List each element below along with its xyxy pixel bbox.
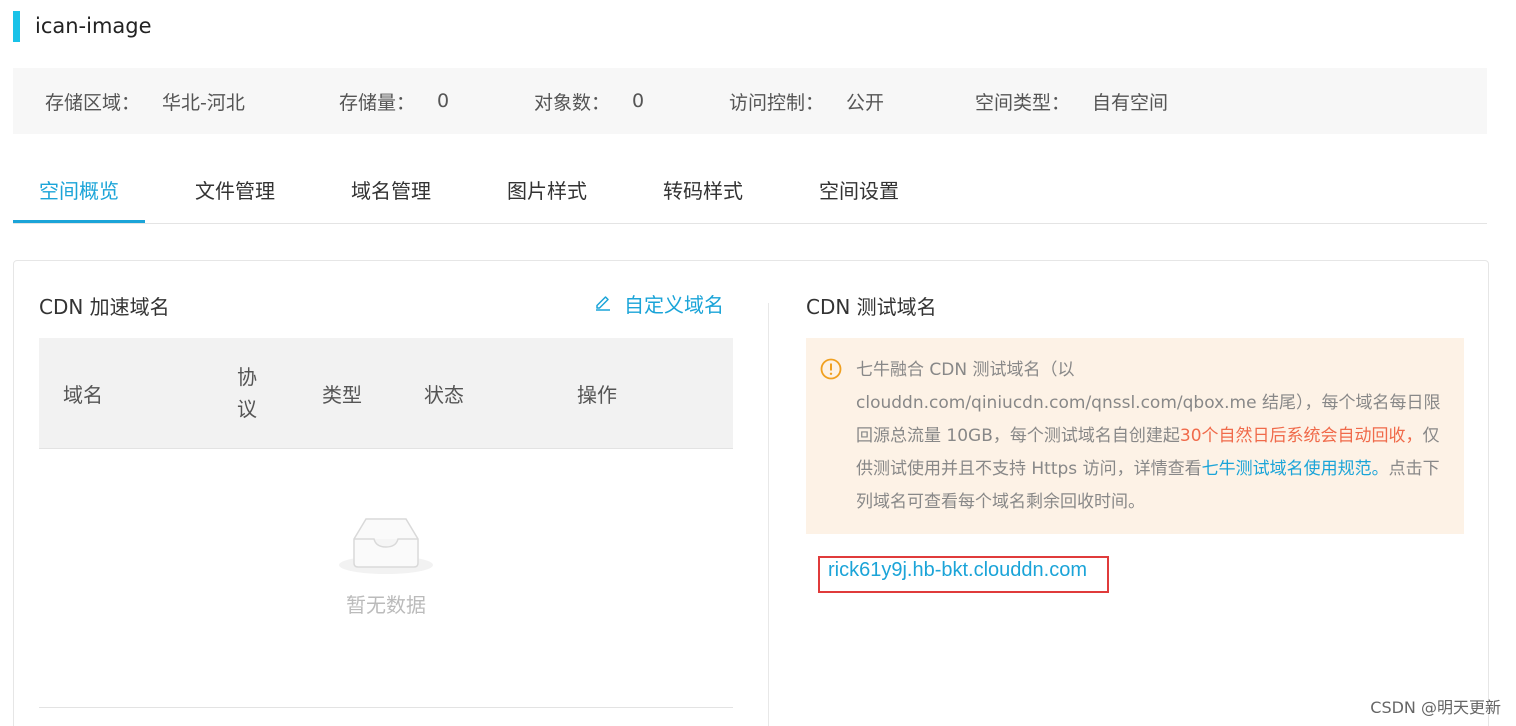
tab-image-styles[interactable]: 图片样式 [497, 160, 597, 222]
overview-card: CDN 加速域名 自定义域名 域名 协 议 类型 状态 操作 暂无数据 CDN … [13, 260, 1489, 726]
title-accent-bar [13, 10, 20, 42]
column-type: 类型 [322, 382, 362, 407]
notice-highlight: 30个自然日后系统会自动回收， [1179, 426, 1423, 446]
info-objects-label: 对象数： [534, 91, 611, 114]
tab-transcode-styles[interactable]: 转码样式 [653, 160, 753, 222]
info-type-label: 空间类型： [975, 91, 1071, 114]
info-objects: 对象数： 0 [534, 68, 644, 134]
info-access-value: 公开 [846, 91, 885, 114]
bucket-overview-page: ican-image 存储区域： 华北-河北 存储量： 0 对象数： 0 访问控… [0, 0, 1516, 726]
tab-domain-management[interactable]: 域名管理 [341, 160, 441, 222]
bucket-header: ican-image [13, 10, 152, 42]
info-type-value: 自有空间 [1092, 91, 1169, 114]
edit-icon [594, 292, 612, 316]
bucket-name: ican-image [35, 14, 152, 38]
bucket-tabs: 空间概览 文件管理 域名管理 图片样式 转码样式 空间设置 [13, 160, 1487, 224]
info-storage-value: 0 [437, 90, 450, 112]
cdn-section-title: CDN 加速域名 [39, 295, 170, 319]
test-domain-link[interactable]: rick61y9j.hb-bkt.clouddn.com [828, 559, 1087, 582]
table-bottom-divider [39, 707, 733, 708]
csdn-watermark: CSDN @明天更新 [1370, 698, 1501, 717]
cdn-table-header: 域名 协 议 类型 状态 操作 [39, 338, 733, 449]
column-domain: 域名 [63, 382, 103, 407]
info-storage-label: 存储量： [339, 91, 416, 114]
bucket-info-strip: 存储区域： 华北-河北 存储量： 0 对象数： 0 访问控制： 公开 空间类型：… [13, 68, 1487, 134]
info-storage: 存储量： 0 [339, 68, 449, 134]
column-protocol-line1: 协 [237, 365, 257, 389]
info-region-label: 存储区域： [45, 91, 141, 114]
info-access-label: 访问控制： [729, 91, 825, 114]
tab-overview[interactable]: 空间概览 [13, 160, 145, 223]
info-type: 空间类型： 自有空间 [975, 68, 1168, 134]
notice-text: 七牛融合 CDN 测试域名（以 clouddn.com/qiniucdn.com… [856, 354, 1448, 519]
test-domain-spec-link[interactable]: 七牛测试域名使用规范。 [1202, 459, 1389, 479]
column-protocol-line2: 议 [237, 397, 257, 421]
info-region: 存储区域： 华北-河北 [45, 68, 245, 134]
column-protocol: 协 议 [236, 338, 258, 448]
test-domain-notice: 七牛融合 CDN 测试域名（以 clouddn.com/qiniucdn.com… [806, 338, 1464, 534]
tab-bucket-settings[interactable]: 空间设置 [809, 160, 909, 222]
cdn-table-empty: 暂无数据 [39, 511, 733, 618]
test-section-title: CDN 测试域名 [806, 295, 937, 319]
info-region-value: 华北-河北 [162, 91, 245, 114]
custom-domain-label: 自定义域名 [624, 293, 724, 317]
custom-domain-button[interactable]: 自定义域名 [594, 289, 724, 318]
warning-icon [820, 358, 842, 384]
empty-inbox-icon [39, 511, 733, 581]
column-action: 操作 [577, 382, 617, 407]
section-divider [768, 303, 769, 726]
info-objects-value: 0 [632, 90, 645, 112]
info-access: 访问控制： 公开 [729, 68, 884, 134]
empty-text: 暂无数据 [346, 593, 426, 617]
tab-file-management[interactable]: 文件管理 [185, 160, 285, 222]
column-status: 状态 [424, 382, 464, 407]
